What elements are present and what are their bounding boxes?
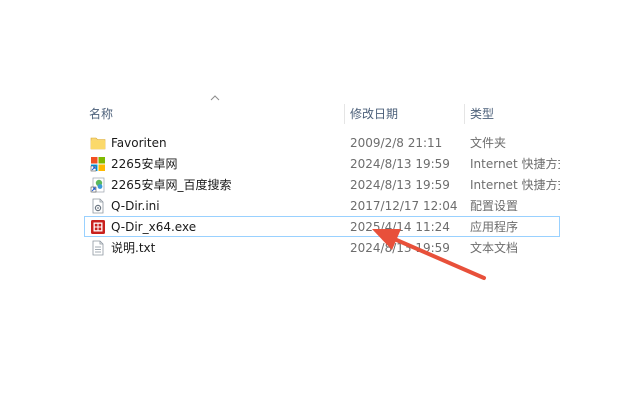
file-date: 2024/8/13 19:59 bbox=[350, 178, 450, 192]
internet-shortcut-icon bbox=[90, 157, 105, 172]
file-name: Favoriten bbox=[111, 136, 167, 150]
file-type: Internet 快捷方式 bbox=[470, 157, 560, 171]
file-date: 2025/4/14 11:24 bbox=[350, 220, 450, 234]
file-name: 2265安卓网 bbox=[111, 157, 178, 171]
file-name: 说明.txt bbox=[111, 241, 156, 255]
file-type: Internet 快捷方式 bbox=[470, 178, 560, 192]
file-row-2265-baidu-shortcut[interactable]: 2265安卓网_百度搜索 2024/8/13 19:59 Internet 快捷… bbox=[84, 174, 560, 195]
folder-icon bbox=[90, 137, 106, 150]
file-type: 文件夹 bbox=[470, 136, 507, 150]
file-date: 2024/8/13 19:59 bbox=[350, 241, 450, 255]
file-row-favoriten[interactable]: Favoriten 2009/2/8 21:11 文件夹 bbox=[84, 132, 560, 153]
column-header-type[interactable]: 类型 bbox=[464, 104, 566, 124]
file-date: 2017/12/17 12:04 bbox=[350, 199, 458, 213]
text-file-icon bbox=[92, 240, 104, 256]
file-row-qdir-exe[interactable]: Q-Dir_x64.exe 2025/4/14 11:24 应用程序 bbox=[84, 216, 560, 237]
internet-shortcut-green-icon bbox=[90, 177, 105, 193]
file-date: 2024/8/13 19:59 bbox=[350, 157, 450, 171]
file-row-readme-txt[interactable]: 说明.txt 2024/8/13 19:59 文本文档 bbox=[84, 237, 560, 258]
ini-file-icon bbox=[92, 198, 104, 214]
file-type: 配置设置 bbox=[470, 199, 519, 213]
file-name: Q-Dir.ini bbox=[111, 199, 160, 213]
column-header: 名称 修改日期 类型 bbox=[84, 94, 560, 130]
file-type: 文本文档 bbox=[470, 241, 519, 255]
file-name: 2265安卓网_百度搜索 bbox=[111, 178, 232, 192]
exe-app-icon bbox=[91, 220, 105, 234]
file-explorer-view: 名称 修改日期 类型 Favoriten 2009/2/8 21:11 文件夹 … bbox=[0, 0, 640, 400]
file-row-qdir-ini[interactable]: Q-Dir.ini 2017/12/17 12:04 配置设置 bbox=[84, 195, 560, 216]
file-row-2265-shortcut[interactable]: 2265安卓网 2024/8/13 19:59 Internet 快捷方式 bbox=[84, 153, 560, 174]
column-header-date[interactable]: 修改日期 bbox=[344, 104, 462, 124]
file-type: 应用程序 bbox=[470, 220, 519, 234]
file-name: Q-Dir_x64.exe bbox=[111, 220, 197, 234]
file-list: Favoriten 2009/2/8 21:11 文件夹 2265安卓网 202… bbox=[84, 132, 560, 258]
column-header-name[interactable]: 名称 bbox=[84, 104, 345, 124]
file-date: 2009/2/8 21:11 bbox=[350, 136, 443, 150]
sort-ascending-icon[interactable] bbox=[209, 94, 221, 102]
